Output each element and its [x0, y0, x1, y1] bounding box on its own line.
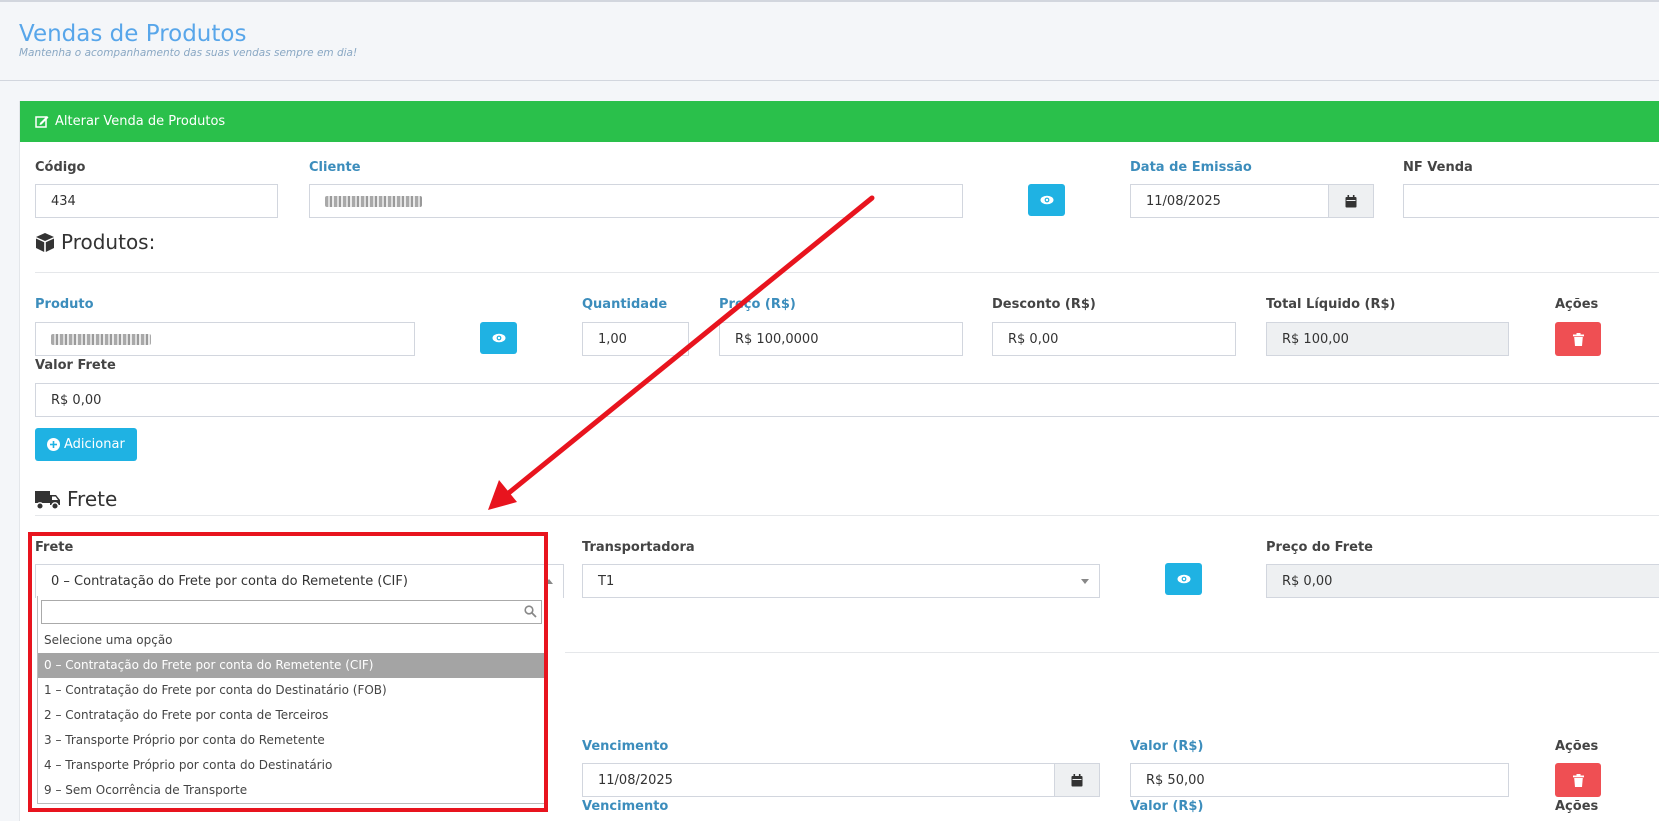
frete-title-text: Frete: [67, 487, 118, 511]
page-subtitle: Mantenha o acompanhamento das suas venda…: [19, 47, 358, 59]
desconto-label: Desconto (R$): [992, 297, 1096, 312]
transportadora-label: Transportadora: [582, 540, 695, 555]
frete-option[interactable]: 4 – Transporte Próprio por conta do Dest…: [38, 753, 545, 778]
eye-icon: [1040, 195, 1053, 205]
preco-frete-input: R$ 0,00: [1266, 564, 1659, 598]
vencimento-label: Vencimento: [582, 739, 669, 754]
frete-select[interactable]: 0 – Contratação do Frete por conta do Re…: [35, 564, 564, 598]
cliente-redacted: [325, 195, 422, 207]
parcela-acoes-label-2: Ações: [1555, 799, 1599, 814]
vencimento-calendar-button[interactable]: [1054, 763, 1100, 797]
data-emissao-input[interactable]: 11/08/2025: [1130, 184, 1329, 218]
trash-icon: [1572, 332, 1584, 346]
produto-label: Produto: [35, 297, 94, 312]
calendar-button[interactable]: [1328, 184, 1374, 218]
codigo-value: 434: [51, 193, 76, 209]
valor-frete-input[interactable]: R$ 0,00: [35, 383, 1659, 417]
data-emissao-value: 11/08/2025: [1146, 193, 1221, 209]
codigo-input[interactable]: 434: [35, 184, 278, 218]
frete-option[interactable]: Selecione uma opção: [38, 628, 545, 653]
caret-up-icon: [545, 579, 553, 584]
cube-icon: [36, 232, 54, 252]
search-icon: [524, 605, 537, 618]
view-transportadora-button[interactable]: [1165, 563, 1202, 595]
produto-input[interactable]: [35, 322, 415, 356]
produtos-title-text: Produtos:: [61, 230, 156, 254]
codigo-label: Código: [35, 160, 86, 175]
trash-icon: [1572, 773, 1584, 787]
produto-acoes-label: Ações: [1555, 297, 1599, 312]
adicionar-label: Adicionar: [64, 437, 125, 452]
desconto-input[interactable]: R$ 0,00: [992, 322, 1236, 356]
frete-option[interactable]: 2 – Contratação do Frete por conta de Te…: [38, 703, 545, 728]
preco-label: Preço (R$): [719, 297, 796, 312]
preco-input[interactable]: R$ 100,0000: [719, 322, 963, 356]
transportadora-value: T1: [598, 573, 615, 589]
frete-search-input[interactable]: [41, 600, 542, 624]
vencimento-value: 11/08/2025: [598, 772, 673, 788]
card-header-title: Alterar Venda de Produtos: [55, 114, 226, 129]
truck-icon: [35, 490, 60, 510]
frete-label: Frete: [35, 540, 74, 555]
total-liquido-value: R$ 100,00: [1282, 331, 1349, 347]
page-title: Vendas de Produtos: [19, 21, 247, 47]
valor-parcela-input[interactable]: R$ 50,00: [1130, 763, 1509, 797]
nf-venda-label: NF Venda: [1403, 160, 1473, 175]
cliente-input[interactable]: [309, 184, 963, 218]
total-liquido-label: Total Líquido (R$): [1266, 297, 1396, 312]
valor-parcela-label: Valor (R$): [1130, 739, 1204, 754]
valor-frete-label: Valor Frete: [35, 358, 116, 373]
adicionar-button[interactable]: Adicionar: [35, 428, 137, 461]
valor-frete-value: R$ 0,00: [51, 392, 102, 408]
quantidade-value: 1,00: [598, 331, 627, 347]
frete-section-title: Frete: [35, 487, 117, 511]
view-produto-button[interactable]: [480, 322, 517, 354]
frete-option[interactable]: 9 – Sem Ocorrência de Transporte: [38, 778, 545, 803]
valor-parcela-label-2: Valor (R$): [1130, 799, 1204, 814]
preco-frete-value: R$ 0,00: [1282, 573, 1333, 589]
vencimento-input[interactable]: 11/08/2025: [582, 763, 1055, 797]
data-emissao-label: Data de Emissão: [1130, 160, 1252, 175]
delete-parcela-button[interactable]: [1555, 763, 1601, 797]
frete-divider: [35, 515, 1659, 516]
frete-option[interactable]: 3 – Transporte Próprio por conta do Reme…: [38, 728, 545, 753]
caret-down-icon: [1081, 579, 1089, 584]
calendar-icon: [1345, 194, 1357, 207]
frete-option[interactable]: 1 – Contratação do Frete por conta do De…: [38, 678, 545, 703]
nf-venda-input[interactable]: [1403, 184, 1659, 218]
calendar-icon: [1071, 773, 1083, 786]
parcela-acoes-label: Ações: [1555, 739, 1599, 754]
delete-produto-button[interactable]: [1555, 322, 1601, 356]
eye-icon: [1177, 574, 1190, 584]
frete-dropdown: Selecione uma opção 0 – Contratação do F…: [37, 596, 546, 804]
quantidade-input[interactable]: 1,00: [582, 322, 689, 356]
quantidade-label: Quantidade: [582, 297, 668, 312]
frete-selected-value: 0 – Contratação do Frete por conta do Re…: [51, 574, 408, 589]
card-header: Alterar Venda de Produtos: [20, 101, 1659, 142]
produtos-section-title: Produtos:: [35, 230, 155, 254]
frete-bottom-divider: [565, 652, 1659, 653]
produtos-divider: [35, 272, 1659, 273]
plus-circle-icon: [47, 438, 60, 451]
cliente-label: Cliente: [309, 160, 361, 175]
frete-option-selected[interactable]: 0 – Contratação do Frete por conta do Re…: [38, 653, 545, 678]
view-cliente-button[interactable]: [1028, 184, 1065, 216]
desconto-value: R$ 0,00: [1008, 331, 1059, 347]
preco-value: R$ 100,0000: [735, 331, 819, 347]
total-liquido-input: R$ 100,00: [1266, 322, 1509, 356]
edit-icon: [35, 116, 49, 128]
preco-frete-label: Preço do Frete: [1266, 540, 1373, 555]
page-header: Vendas de Produtos Mantenha o acompanham…: [0, 2, 1659, 81]
valor-parcela-value: R$ 50,00: [1146, 772, 1205, 788]
eye-icon: [492, 333, 505, 343]
vencimento-label-2: Vencimento: [582, 799, 669, 814]
produto-redacted: [51, 333, 151, 345]
transportadora-select[interactable]: T1: [582, 564, 1100, 598]
